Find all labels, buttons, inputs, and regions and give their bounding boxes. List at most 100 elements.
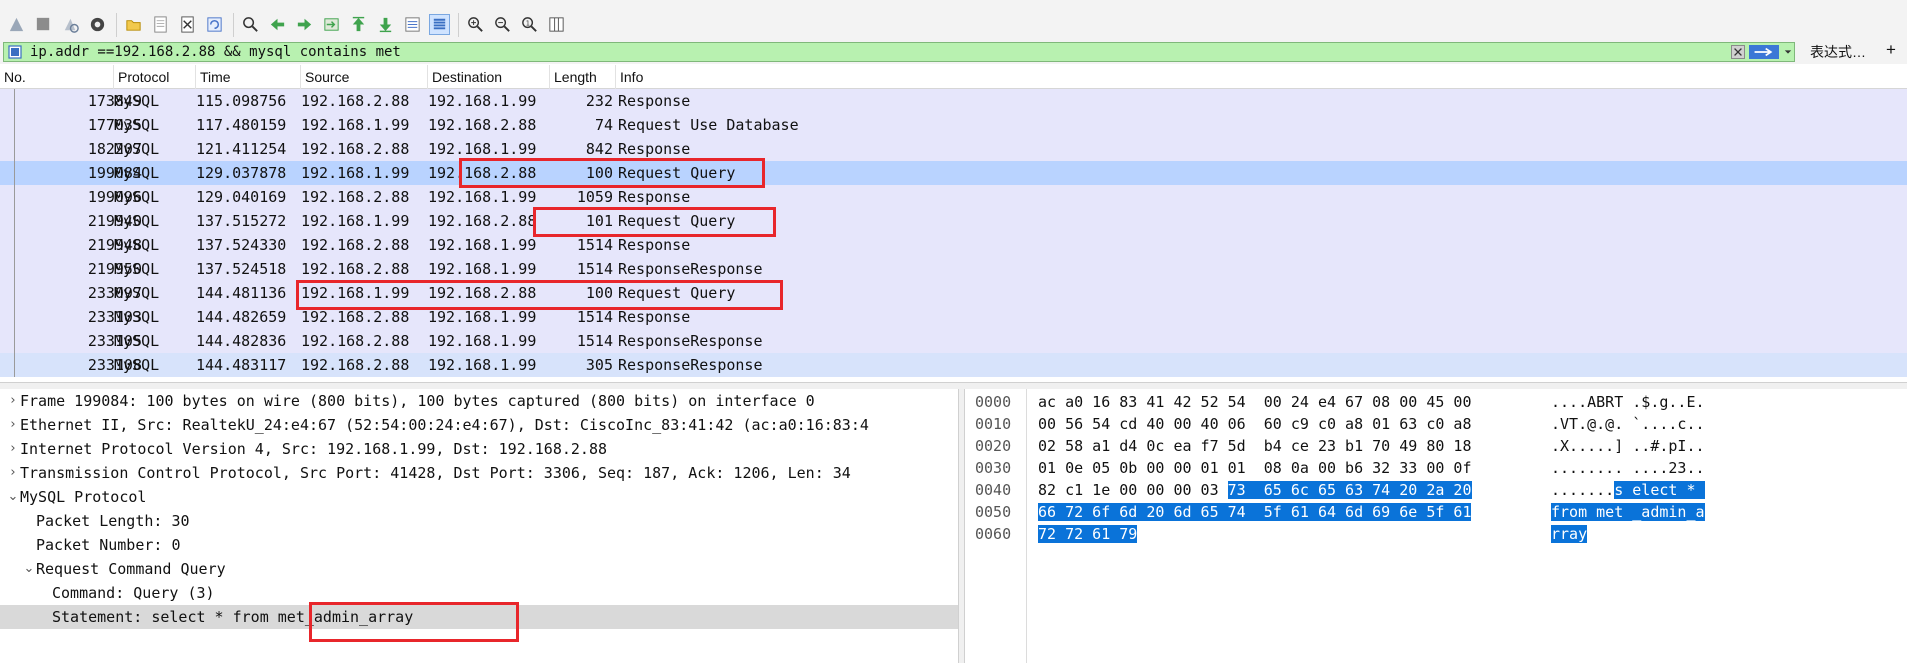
detail-tree-item[interactable]: Statement: select * from met_admin_array (0, 605, 958, 629)
reload-file-icon[interactable] (204, 14, 225, 35)
save-file-icon[interactable] (150, 14, 171, 35)
packet-row[interactable]: 199096 MySQL 129.040169 192.168.2.88 192.168… (0, 185, 1907, 209)
go-first-icon[interactable] (348, 14, 369, 35)
packet-row[interactable]: 233105 MySQL 144.482836 192.168.2.88 192.168… (0, 329, 1907, 353)
detail-tree-item[interactable]: Packet Number: 0 (0, 533, 958, 557)
filter-history-dropdown-icon[interactable] (1782, 44, 1794, 60)
ascii-bytes[interactable]: ........ ....23.. (1551, 457, 1705, 479)
packet-cell-destination: 192.168.1.99 (428, 188, 537, 206)
zoom-out-icon[interactable] (492, 14, 513, 35)
column-header-info[interactable]: Info (616, 65, 1907, 89)
hex-bytes[interactable]: 01 0e 05 0b 00 00 01 01 08 0a 00 b6 32 3… (1038, 457, 1471, 479)
go-forward-icon[interactable] (294, 14, 315, 35)
pane-splitter-vertical[interactable] (958, 389, 965, 663)
detail-tree-item[interactable]: › Frame 199084: 100 bytes on wire (800 bi… (0, 389, 958, 413)
hex-bytes-highlighted: 66 72 6f 6d 20 6d 65 74 5f 61 64 6d 69 6… (1038, 503, 1472, 521)
packet-row[interactable]: 233103 MySQL 144.482659 192.168.2.88 192.168… (0, 305, 1907, 329)
packet-row[interactable]: 182207 MySQL 121.411254 192.168.2.88 192.168… (0, 137, 1907, 161)
packet-row[interactable]: 233108 MySQL 144.483117 192.168.2.88 192.168… (0, 353, 1907, 377)
packet-cell-source: 192.168.2.88 (301, 188, 410, 206)
restart-capture-icon[interactable] (60, 14, 81, 35)
detail-tree-item[interactable]: › Internet Protocol Version 4, Src: 192.1… (0, 437, 958, 461)
packet-row[interactable]: 199084 MySQL 129.037878 192.168.1.99 192.168… (0, 161, 1907, 185)
related-packet-marker (14, 353, 15, 377)
filter-text[interactable]: ip.addr ==192.168.2.88 && mysql contains… (30, 44, 1731, 60)
apply-filter-arrow-icon[interactable] (1749, 45, 1779, 59)
hex-bytes[interactable]: 00 56 54 cd 40 00 40 06 60 c9 c0 a8 01 6… (1038, 413, 1471, 435)
ascii-bytes[interactable]: .......s elect * (1551, 479, 1705, 501)
packet-cell-time: 117.480159 (196, 116, 287, 134)
packet-cell-protocol: MySQL (114, 236, 160, 254)
packet-cell-source: 192.168.2.88 (301, 332, 410, 350)
zoom-in-icon[interactable] (465, 14, 486, 35)
filter-bookmark-icon[interactable] (8, 45, 22, 59)
packet-row[interactable]: 177035 MySQL 117.480159 192.168.1.99 192.168… (0, 113, 1907, 137)
close-file-icon[interactable] (177, 14, 198, 35)
packet-cell-source: 192.168.2.88 (301, 236, 410, 254)
chevron-right-icon[interactable]: › (6, 437, 20, 461)
hex-bytes[interactable]: 02 58 a1 d4 0c ea f7 5d b4 ce 23 b1 70 4… (1038, 435, 1471, 457)
column-header-length[interactable]: Length (550, 65, 616, 89)
packet-row[interactable]: 219940 MySQL 137.515272 192.168.1.99 192.168… (0, 209, 1907, 233)
packet-cell-length: 305 (585, 356, 613, 374)
detail-tree-item[interactable]: Command: Query (3) (0, 581, 958, 605)
packet-cell-time: 144.483117 (196, 356, 287, 374)
related-packet-marker (14, 89, 15, 113)
detail-tree-item[interactable]: › Ethernet II, Src: RealtekU_24:e4:67 (52… (0, 413, 958, 437)
detail-tree-item[interactable]: Packet Length: 30 (0, 509, 958, 533)
hex-bytes[interactable]: 72 72 61 79 (1038, 523, 1138, 545)
packet-cell-source: 192.168.2.88 (301, 140, 410, 158)
column-header-protocol[interactable]: Protocol (114, 65, 196, 89)
display-filter-input[interactable]: ip.addr ==192.168.2.88 && mysql contains… (3, 42, 1795, 62)
ascii-bytes[interactable]: ....ABRT .$.g..E. (1551, 391, 1705, 413)
svg-text:1: 1 (526, 19, 530, 27)
ascii-bytes[interactable]: from met _admin_a (1551, 501, 1705, 523)
hex-bytes-plain: ac a0 16 83 41 42 52 54 00 24 e4 67 08 0… (1038, 393, 1472, 411)
clear-filter-icon[interactable] (1731, 45, 1745, 59)
related-packet-marker (14, 257, 15, 281)
chevron-down-icon[interactable]: ⌄ (22, 557, 36, 581)
packet-cell-source: 192.168.1.99 (301, 164, 410, 182)
autoscroll-icon[interactable] (402, 14, 423, 35)
go-last-icon[interactable] (375, 14, 396, 35)
stop-capture-icon[interactable] (33, 14, 54, 35)
chevron-right-icon[interactable]: › (6, 461, 20, 485)
ascii-bytes[interactable]: .X.....] ..#.pI.. (1551, 435, 1705, 457)
hex-bytes[interactable]: 82 c1 1e 00 00 00 03 73 65 6c 65 63 74 2… (1038, 479, 1472, 501)
chevron-down-icon[interactable]: ⌄ (6, 485, 20, 509)
zoom-normal-icon[interactable]: 1 (519, 14, 540, 35)
detail-tree-item[interactable]: ⌄ Request Command Query (0, 557, 958, 581)
shark-fin-start-icon[interactable] (6, 14, 27, 35)
column-header-no[interactable]: No. (0, 65, 114, 89)
detail-tree-item[interactable]: ⌄ MySQL Protocol (0, 485, 958, 509)
add-filter-button[interactable]: + (1886, 40, 1896, 60)
chevron-right-icon[interactable]: › (6, 389, 20, 413)
detail-tree-text: Frame 199084: 100 bytes on wire (800 bit… (20, 392, 815, 410)
detail-tree-item[interactable]: › Transmission Control Protocol, Src Port… (0, 461, 958, 485)
filter-expression-button[interactable]: 表达式… (1810, 42, 1866, 62)
colorize-icon[interactable] (429, 14, 450, 35)
packet-row[interactable]: 233097 MySQL 144.481136 192.168.1.99 192.168… (0, 281, 1907, 305)
capture-options-icon[interactable] (87, 14, 108, 35)
open-file-icon[interactable] (123, 14, 144, 35)
hex-bytes[interactable]: 66 72 6f 6d 20 6d 65 74 5f 61 64 6d 69 6… (1038, 501, 1472, 523)
packet-row[interactable]: 173849 MySQL 115.098756 192.168.2.88 192.168… (0, 89, 1907, 113)
hex-bytes[interactable]: ac a0 16 83 41 42 52 54 00 24 e4 67 08 0… (1038, 391, 1471, 413)
go-back-icon[interactable] (267, 14, 288, 35)
detail-tree-text: MySQL Protocol (20, 488, 147, 506)
chevron-right-icon[interactable]: › (6, 413, 20, 437)
go-to-packet-icon[interactable] (321, 14, 342, 35)
packet-row[interactable]: 219950 MySQL 137.524518 192.168.2.88 192.168… (0, 257, 1907, 281)
packet-details-pane: Statement: select * from met_admin_array… (0, 389, 958, 663)
packet-cell-length: 100 (585, 284, 613, 302)
ascii-bytes-highlighted: s elect * (1614, 481, 1705, 499)
resize-columns-icon[interactable] (546, 14, 567, 35)
find-packet-icon[interactable] (240, 14, 261, 35)
ascii-bytes[interactable]: .VT.@.@. `....c.. (1551, 413, 1705, 435)
column-header-time[interactable]: Time (196, 65, 301, 89)
ascii-bytes[interactable]: rray (1551, 523, 1588, 545)
packet-row[interactable]: 219948 MySQL 137.524330 192.168.2.88 192.168… (0, 233, 1907, 257)
column-header-destination[interactable]: Destination (428, 65, 550, 89)
column-header-source[interactable]: Source (301, 65, 428, 89)
byte-offset: 0030 (975, 459, 1012, 477)
